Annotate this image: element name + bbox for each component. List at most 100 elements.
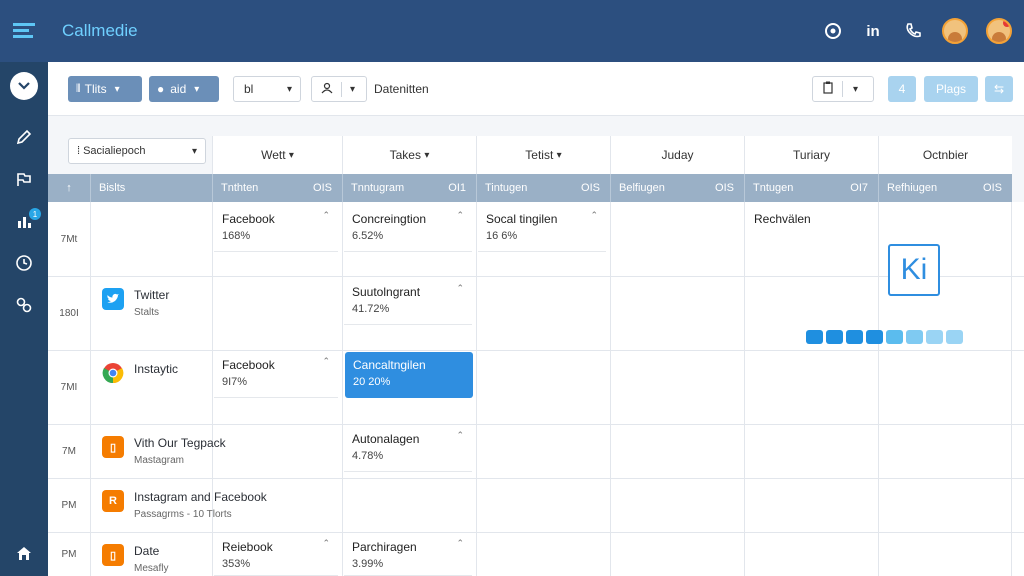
aid-label: aid — [170, 82, 187, 96]
card-value: 3.99% — [352, 558, 384, 570]
chevron-down-icon: ▾ — [194, 83, 200, 95]
top-bar: Callmedie in — [0, 0, 1024, 62]
time-label: 7M — [62, 445, 76, 457]
tlits-label: Tlits — [84, 82, 107, 96]
divider — [48, 532, 1024, 533]
card-title: Parchiragen — [352, 540, 417, 554]
column-header[interactable]: Tetist ▾ — [476, 136, 610, 174]
notification-icon[interactable] — [822, 20, 844, 42]
card-title: Facebook — [222, 358, 275, 372]
subheader-label: Refhiugen — [887, 182, 938, 194]
loading-progress — [806, 330, 963, 344]
pin-icon[interactable]: ⌃ — [456, 430, 464, 441]
source-item[interactable]: ▯ Date Mesafly — [92, 536, 210, 576]
user-avatar-notification[interactable] — [986, 18, 1012, 44]
tlits-dropdown-button[interactable]: ⫴ Tlits ▾ — [68, 76, 142, 102]
clipboard-dropdown-button[interactable]: ▾ — [812, 76, 874, 102]
subheader-label: Bislts — [99, 182, 126, 194]
aid-dropdown-button[interactable]: ● aid ▾ — [149, 76, 219, 102]
divider — [610, 202, 611, 576]
chevron-down-icon: ▾ — [286, 83, 292, 95]
user-avatar[interactable] — [942, 18, 968, 44]
pin-icon[interactable]: ⌃ — [322, 538, 330, 549]
schedule-card[interactable]: Reiebook 353% ⌃ — [214, 534, 338, 576]
notification-badge — [1003, 20, 1010, 27]
subheader-cell: Belfiugen OIS — [610, 174, 744, 202]
time-label: PM — [61, 548, 77, 560]
edit-icon[interactable] — [13, 126, 35, 148]
apple-icon: ● — [157, 82, 165, 96]
date-label: Datenitten — [374, 82, 429, 96]
column-header-label: Wett — [261, 148, 286, 162]
chevron-down-icon: ▾ — [350, 83, 356, 95]
card-title: Suutolngrant — [352, 285, 421, 299]
social-select[interactable]: ⁞ Sacialiepoch ▾ — [68, 138, 206, 164]
flag-icon[interactable] — [13, 168, 35, 190]
time-label: 180I — [59, 307, 79, 319]
schedule-card[interactable]: Socal tingilen 16 6% ⌃ — [478, 206, 606, 252]
column-header[interactable]: Takes ▾ — [342, 136, 476, 174]
schedule-card[interactable]: Suutolngrant 41.72% ⌃ — [344, 279, 472, 325]
schedule-card[interactable]: Autonalagen 4.78% ⌃ — [344, 426, 472, 472]
pin-icon[interactable]: ⌃ — [322, 210, 330, 221]
time-label: PM — [61, 499, 77, 511]
schedule-card[interactable]: Facebook 168% ⌃ — [214, 206, 338, 252]
card-title: Cancaltngilen — [353, 358, 426, 372]
source-item[interactable]: R Instagram and Facebook Passagrms - 10 … — [92, 482, 267, 526]
pin-icon[interactable]: ⌃ — [456, 210, 464, 221]
card-value: 9I7% — [222, 376, 248, 388]
schedule-card[interactable]: Facebook 9I7% ⌃ — [214, 352, 338, 398]
home-icon[interactable] — [13, 542, 35, 564]
pin-icon[interactable]: ⌃ — [322, 356, 330, 367]
pin-icon[interactable]: ⌃ — [456, 538, 464, 549]
subheader-count: OI1 — [448, 182, 466, 194]
column-header-label: Turiary — [793, 148, 830, 162]
phone-icon[interactable] — [902, 20, 924, 42]
hamburger-menu-icon[interactable] — [0, 0, 48, 62]
card-title: Socal tingilen — [486, 212, 558, 226]
plags-button[interactable]: Plags — [924, 76, 978, 102]
orange-app-icon: R — [102, 490, 124, 512]
user-dropdown-button[interactable]: ▾ — [311, 76, 367, 102]
schedule-card[interactable]: Parchiragen 3.99% ⌃ — [344, 534, 472, 576]
source-item[interactable]: Instaytic — [92, 354, 210, 398]
chevron-down-icon: ▾ — [556, 149, 562, 161]
subheader-count: OIS — [581, 182, 600, 194]
pin-icon[interactable]: ⌃ — [456, 283, 464, 294]
clock-icon[interactable] — [13, 252, 35, 274]
progress-segment — [946, 330, 963, 344]
user-icon — [312, 81, 342, 97]
column-header-label: Octnbier — [922, 148, 969, 162]
share-icon[interactable]: ⇆ — [985, 76, 1013, 102]
source-title: Date — [134, 544, 160, 558]
sort-up-icon[interactable]: ↑ — [48, 174, 90, 202]
count-button[interactable]: 4 — [888, 76, 916, 102]
subheader-cell: Tnthten OIS — [212, 174, 342, 202]
chevron-down-icon: ▾ — [191, 145, 197, 157]
divider — [1011, 202, 1012, 576]
selected-schedule-card[interactable]: Cancaltngilen 20 20% — [345, 352, 473, 398]
card-value: 4.78% — [352, 450, 384, 462]
column-header[interactable]: Wett ▾ — [212, 136, 342, 174]
card-value: 20 20% — [353, 376, 391, 388]
toolbar: ⫴ Tlits ▾ ● aid ▾ bl ▾ ▾ Datenitten ▾ 4 … — [48, 62, 1024, 116]
social-select-value: Sacialiepoch — [83, 145, 146, 157]
progress-segment — [866, 330, 883, 344]
schedule-card[interactable]: Rechvälen — [746, 206, 874, 230]
card-value: 353% — [222, 558, 251, 570]
column-header[interactable]: Juday — [610, 136, 744, 174]
schedule-card[interactable]: Concreingtion 6.52% ⌃ — [344, 206, 472, 252]
bl-select[interactable]: bl ▾ — [233, 76, 301, 102]
linkedin-icon[interactable]: in — [862, 20, 884, 42]
time-label: 7Mt — [60, 233, 78, 245]
collapse-chevron-icon[interactable] — [10, 72, 38, 100]
column-header[interactable]: Octnbier — [878, 136, 1012, 174]
source-item[interactable]: Twitter Stalts — [92, 280, 210, 324]
source-subtitle: Stalts — [134, 307, 160, 318]
pin-icon[interactable]: ⌃ — [590, 210, 598, 221]
divider — [476, 202, 477, 576]
link-icon[interactable] — [13, 294, 35, 316]
divider — [342, 202, 343, 576]
column-header[interactable]: Turiary — [744, 136, 878, 174]
source-item[interactable]: ▯ Vith Our Tegpack Mastagram — [92, 428, 226, 472]
